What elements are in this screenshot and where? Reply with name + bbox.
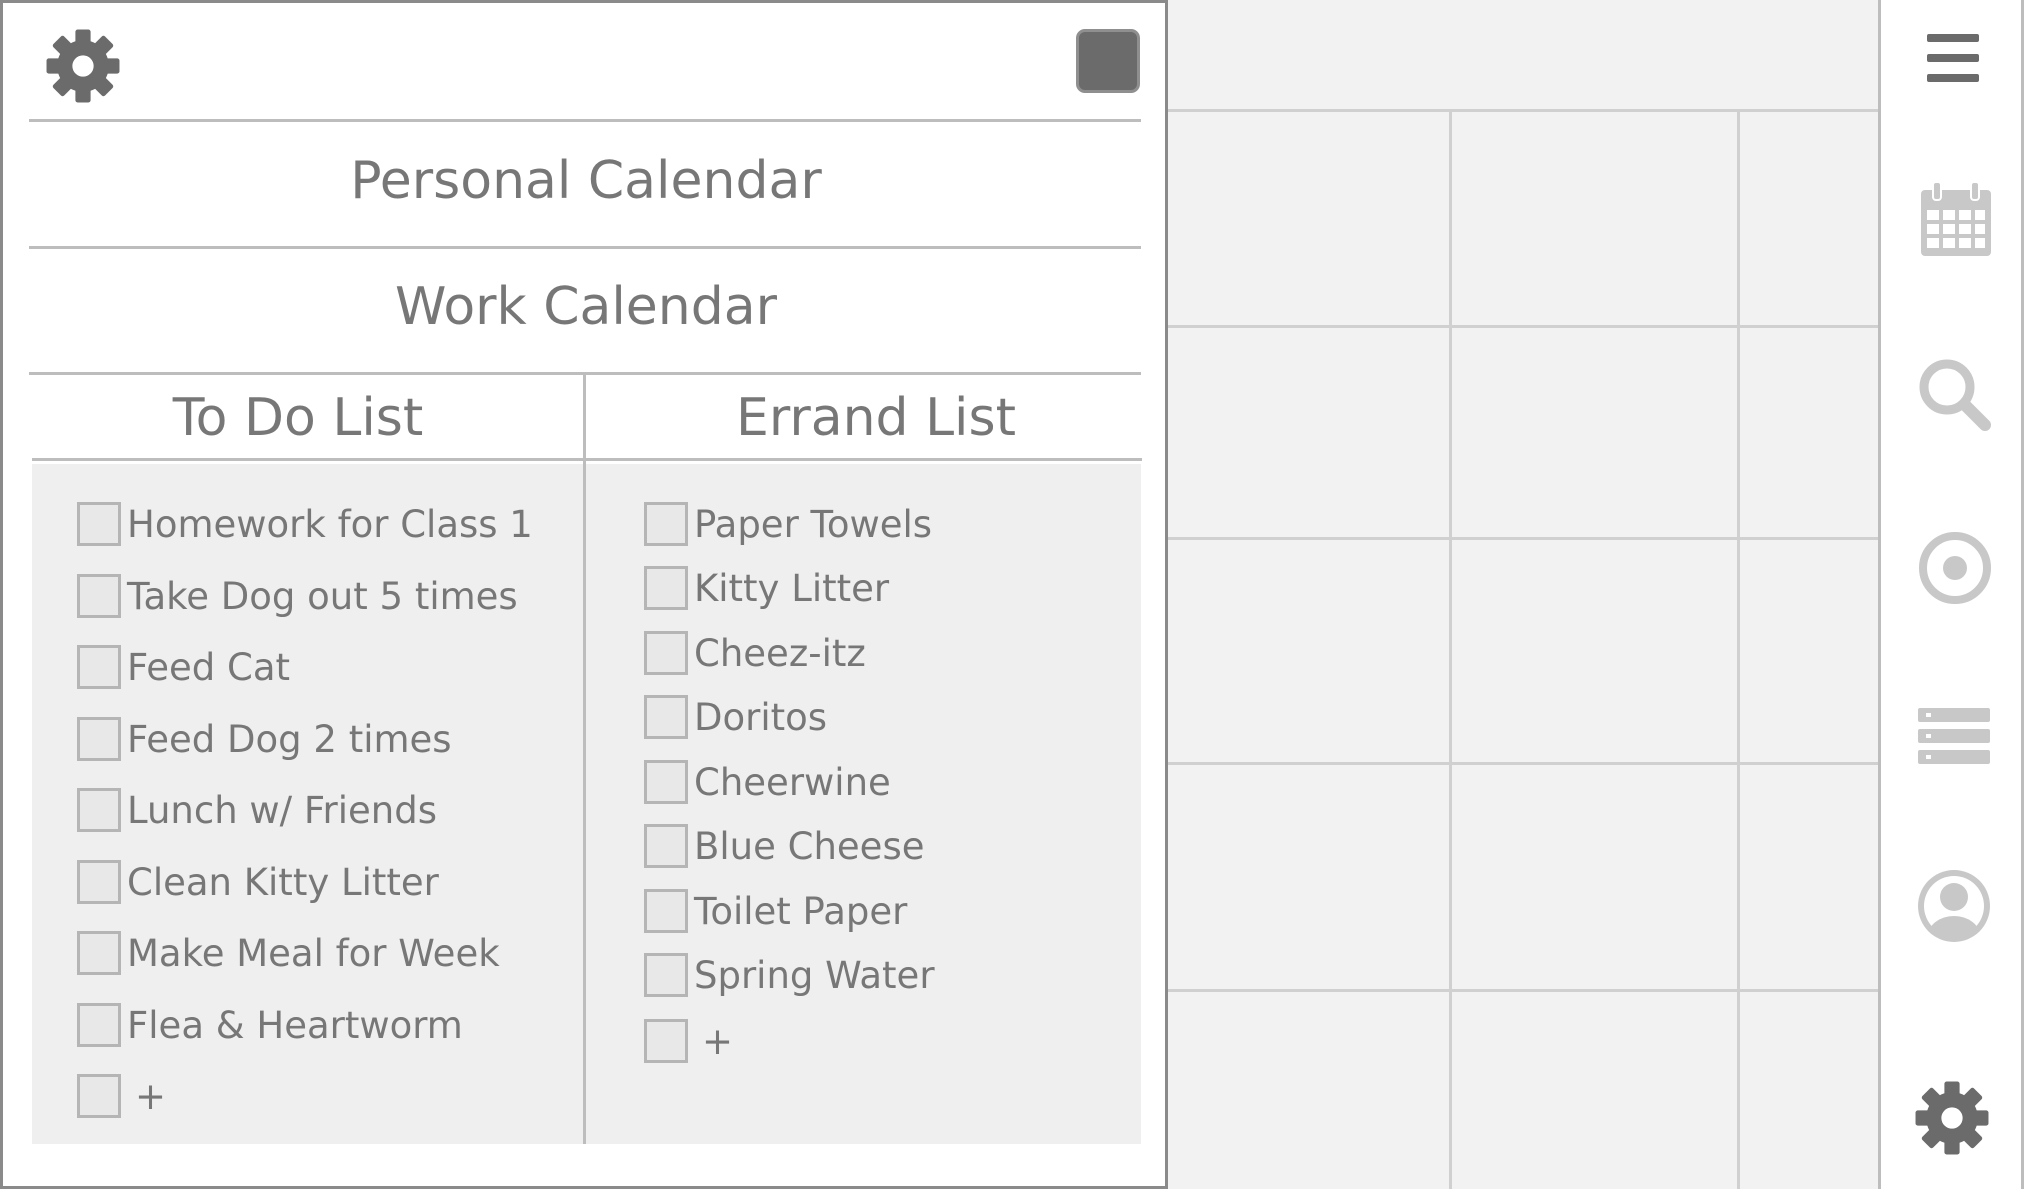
todo-item: Take Dog out 5 times — [77, 572, 518, 620]
errand-item-label: Doritos — [694, 695, 828, 739]
todo-add-checkbox[interactable] — [77, 1074, 121, 1118]
calendar-icon[interactable] — [1917, 180, 1995, 260]
errand-item: Blue Cheese — [644, 822, 925, 870]
todo-checkbox[interactable] — [77, 645, 121, 689]
todo-item-label: Make Meal for Week — [127, 931, 500, 975]
todo-item-label: Clean Kitty Litter — [127, 860, 439, 904]
todo-item: Homework for Class 1 — [77, 500, 533, 548]
icon-sidebar — [1878, 0, 2024, 1189]
errand-item: Toilet Paper — [644, 887, 907, 935]
todo-item-label: Homework for Class 1 — [127, 502, 533, 546]
errand-item: Doritos — [644, 693, 827, 741]
add-item-label: + — [135, 1074, 167, 1118]
errand-list-title: Errand List — [736, 388, 1016, 448]
errand-item-label: Paper Towels — [694, 502, 933, 546]
divider — [32, 458, 1142, 461]
list-icon[interactable] — [1916, 706, 1992, 766]
gear-icon[interactable] — [45, 28, 121, 104]
target-icon[interactable] — [1917, 530, 1993, 606]
errand-item: Kitty Litter — [644, 564, 889, 612]
todo-item: Make Meal for Week — [77, 929, 500, 977]
todo-item: Clean Kitty Litter — [77, 858, 439, 906]
errand-item-label: Cheez-itz — [694, 631, 866, 675]
todo-checkbox[interactable] — [77, 860, 121, 904]
errand-item: Cheerwine — [644, 758, 891, 806]
todo-list: Homework for Class 1 Take Dog out 5 time… — [32, 464, 583, 1144]
errand-checkbox[interactable] — [644, 695, 688, 739]
errand-checkbox[interactable] — [644, 889, 688, 933]
errand-checkbox[interactable] — [644, 824, 688, 868]
todo-item-label: Lunch w/ Friends — [127, 788, 437, 832]
errand-list: Paper Towels Kitty Litter Cheez-itz Dori… — [586, 464, 1141, 1144]
search-icon[interactable] — [1917, 357, 1993, 433]
todo-item-label: Feed Cat — [127, 645, 291, 689]
errand-add-item[interactable]: + — [644, 1017, 733, 1065]
menu-icon[interactable] — [1923, 28, 1983, 88]
todo-checkbox[interactable] — [77, 717, 121, 761]
todo-item: Feed Dog 2 times — [77, 715, 452, 763]
todo-item-label: Flea & Heartworm — [127, 1003, 463, 1047]
todo-item-label: Feed Dog 2 times — [127, 717, 452, 761]
todo-item: Flea & Heartworm — [77, 1001, 463, 1049]
gear-icon[interactable] — [1914, 1080, 1990, 1156]
side-panel: Personal Calendar Work Calendar To Do Li… — [0, 0, 1168, 1189]
divider — [29, 246, 1141, 249]
todo-checkbox[interactable] — [77, 574, 121, 618]
close-panel-button[interactable] — [1076, 29, 1140, 93]
user-icon[interactable] — [1914, 866, 1994, 946]
errand-item-label: Spring Water — [694, 953, 935, 997]
divider — [29, 119, 1141, 122]
calendar-item-work[interactable]: Work Calendar — [31, 281, 1141, 333]
todo-list-title: To Do List — [172, 388, 424, 448]
todo-add-item[interactable]: + — [77, 1072, 166, 1120]
errand-item: Spring Water — [644, 951, 935, 999]
todo-checkbox[interactable] — [77, 1003, 121, 1047]
errand-item-label: Blue Cheese — [694, 824, 925, 868]
errand-item-label: Toilet Paper — [694, 889, 908, 933]
errand-item: Cheez-itz — [644, 629, 866, 677]
errand-checkbox[interactable] — [644, 631, 688, 675]
calendar-item-personal[interactable]: Personal Calendar — [31, 155, 1141, 207]
todo-item: Lunch w/ Friends — [77, 786, 437, 834]
errand-add-checkbox[interactable] — [644, 1019, 688, 1063]
errand-item-label: Cheerwine — [694, 760, 891, 804]
add-item-label: + — [702, 1019, 734, 1063]
errand-checkbox[interactable] — [644, 502, 688, 546]
errand-checkbox[interactable] — [644, 760, 688, 804]
todo-checkbox[interactable] — [77, 788, 121, 832]
errand-item: Paper Towels — [644, 500, 932, 548]
todo-item-label: Take Dog out 5 times — [127, 574, 518, 618]
errand-item-label: Kitty Litter — [694, 566, 890, 610]
errand-checkbox[interactable] — [644, 566, 688, 610]
todo-checkbox[interactable] — [77, 502, 121, 546]
todo-item: Feed Cat — [77, 643, 290, 691]
errand-checkbox[interactable] — [644, 953, 688, 997]
todo-checkbox[interactable] — [77, 931, 121, 975]
